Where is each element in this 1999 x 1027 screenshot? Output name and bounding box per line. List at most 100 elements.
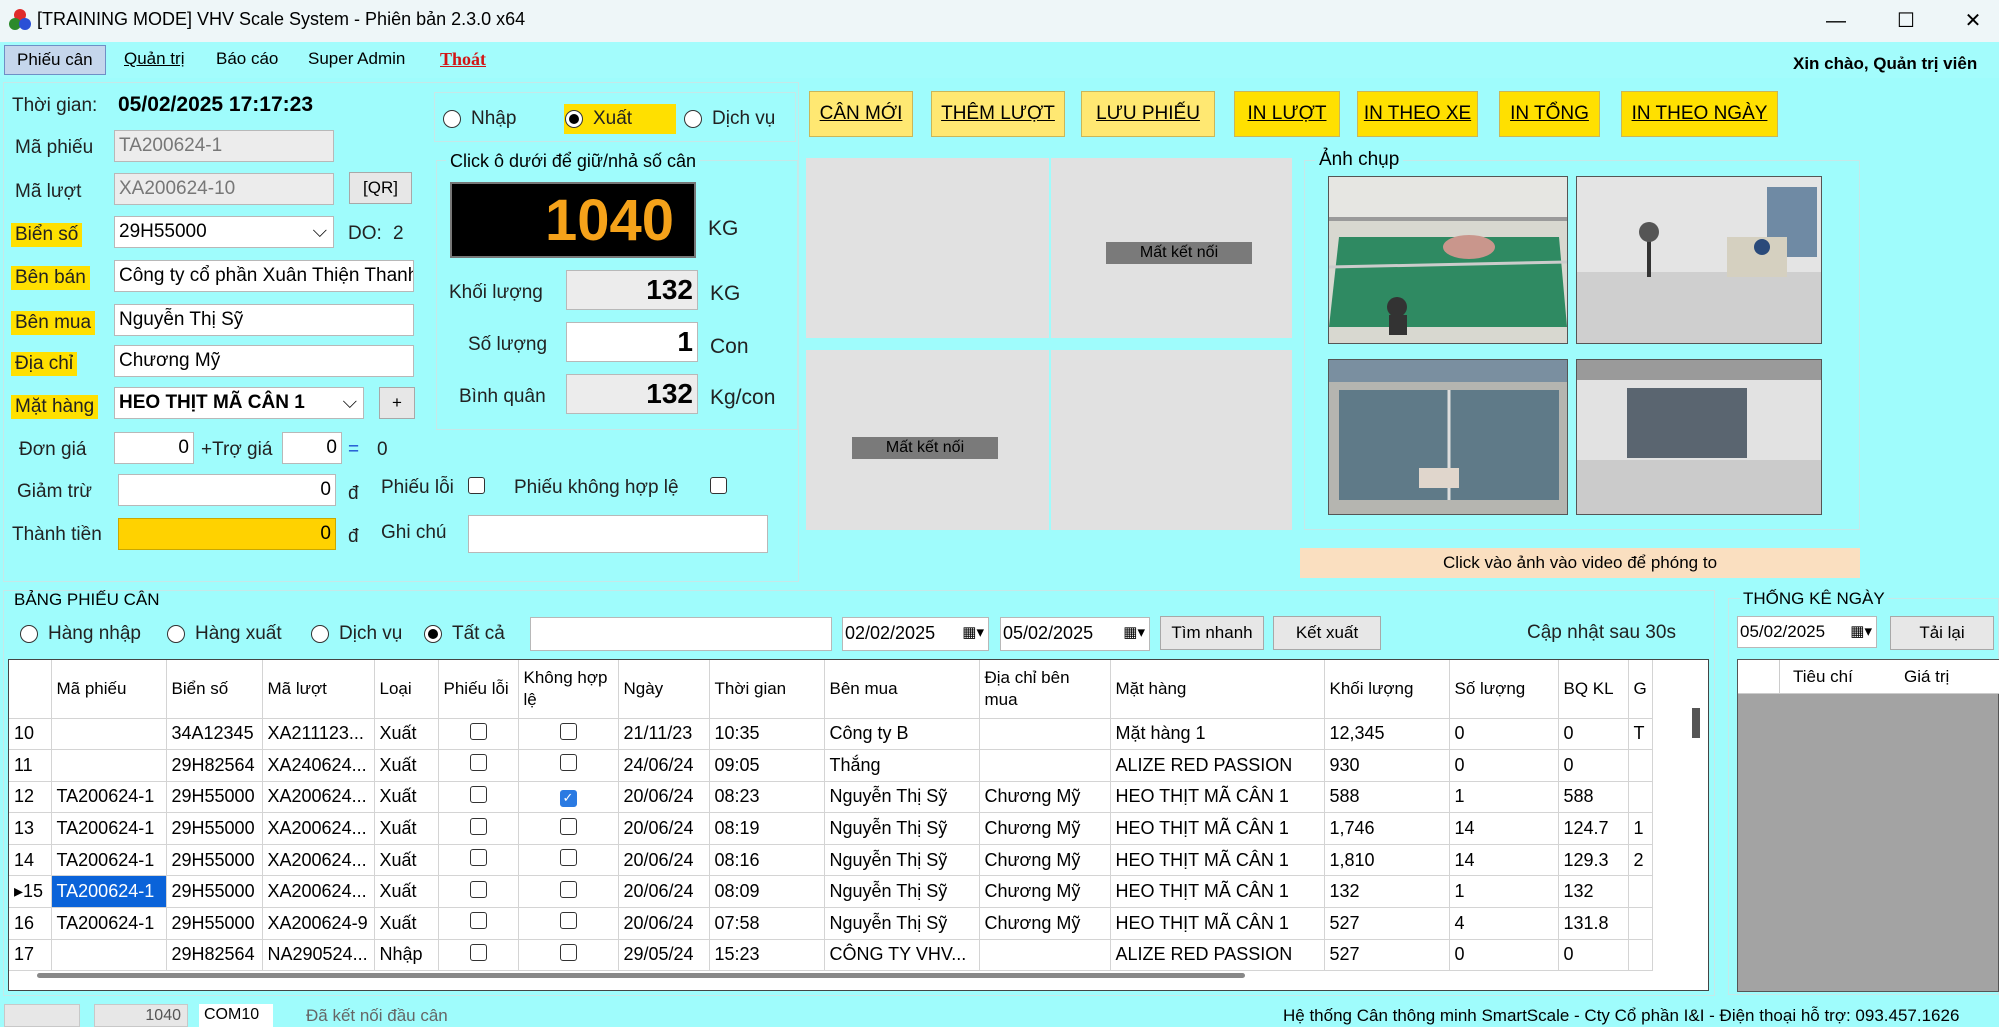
price-field[interactable]: 0 xyxy=(114,432,194,464)
cell-item[interactable]: HEO THỊT MÃ CÂN 1 xyxy=(1110,907,1325,940)
cell-trip[interactable]: XA200624... xyxy=(262,812,375,845)
seller-field[interactable]: Công ty cổ phần Xuân Thiện Thanh xyxy=(114,260,414,292)
cell-plate[interactable]: 34A12345 xyxy=(166,718,263,751)
date-to-picker[interactable]: 05/02/2025 ▦▾ xyxy=(1000,617,1150,651)
address-field[interactable]: Chương Mỹ xyxy=(114,345,414,377)
cell-avg[interactable]: 124.7 xyxy=(1558,812,1629,845)
qr-button[interactable]: [QR] xyxy=(349,172,412,204)
menu-super-admin[interactable]: Super Admin xyxy=(296,45,417,75)
table-row[interactable]: 16 TA200624-1 29H55000 XA200624-9 Xuất 20/06/… xyxy=(9,907,1653,940)
minimize-button[interactable]: — xyxy=(1809,4,1863,38)
column-header[interactable]: Phiếu lỗi xyxy=(438,660,519,719)
cell-date[interactable]: 20/06/24 xyxy=(618,875,710,909)
subsidy-field[interactable]: 0 xyxy=(282,432,342,464)
cell-ticket[interactable]: TA200624-1 xyxy=(51,812,167,845)
print-trip-button[interactable]: IN LƯỢT xyxy=(1234,91,1340,137)
filter-import-radio[interactable] xyxy=(20,625,38,643)
cell-qty[interactable]: 4 xyxy=(1449,907,1559,940)
cell-time[interactable]: 07:58 xyxy=(709,907,825,940)
cell-qty[interactable]: 14 xyxy=(1449,812,1559,845)
invalid-checkbox[interactable] xyxy=(559,880,577,898)
cell-type[interactable]: Xuất xyxy=(374,907,439,940)
mode-xuat-radio[interactable] xyxy=(565,110,583,128)
column-header[interactable]: Mặt hàng xyxy=(1110,660,1325,719)
column-header[interactable]: Khối lượng xyxy=(1324,660,1450,719)
cell-plate[interactable]: 29H55000 xyxy=(166,844,263,877)
cell-buyer[interactable]: CÔNG TY VHV... xyxy=(824,939,980,972)
cell-ticket[interactable]: TA200624-1 xyxy=(51,781,167,814)
cell-qty[interactable]: 0 xyxy=(1449,749,1559,782)
camera-tile-1[interactable] xyxy=(806,158,1049,338)
cell-buyer[interactable]: Nguyễn Thị Sỹ xyxy=(824,844,980,877)
column-header[interactable]: G xyxy=(1628,660,1653,719)
cell-time[interactable]: 08:09 xyxy=(709,875,825,909)
table-row[interactable]: 14 TA200624-1 29H55000 XA200624... Xuất 20/06… xyxy=(9,844,1653,877)
cell-avg[interactable]: 0 xyxy=(1558,749,1629,782)
invalid-checkbox[interactable] xyxy=(559,754,577,772)
avg-field[interactable]: 132 xyxy=(566,374,698,414)
cell-time[interactable]: 15:23 xyxy=(709,939,825,972)
vertical-scrollbar-thumb[interactable] xyxy=(1692,708,1700,738)
table-row[interactable]: 13 TA200624-1 29H55000 XA200624... Xuất 20/06… xyxy=(9,812,1653,845)
weight-field[interactable]: 132 xyxy=(566,270,698,310)
cell-addr[interactable]: Chương Mỹ xyxy=(979,907,1111,940)
cell-date[interactable]: 29/05/24 xyxy=(618,939,710,972)
cell-date[interactable]: 20/06/24 xyxy=(618,844,710,877)
filter-service-radio[interactable] xyxy=(311,625,329,643)
reload-stats-button[interactable]: Tải lại xyxy=(1890,616,1994,650)
invalid-cell[interactable] xyxy=(518,939,619,972)
column-header[interactable]: Mã lượt xyxy=(262,660,375,719)
cell-extra[interactable] xyxy=(1628,907,1653,940)
maximize-button[interactable]: ☐ xyxy=(1879,4,1933,38)
cell-date[interactable]: 20/06/24 xyxy=(618,812,710,845)
photo-2[interactable] xyxy=(1576,176,1822,344)
cell-avg[interactable]: 131.8 xyxy=(1558,907,1629,940)
invalid-cell[interactable] xyxy=(518,844,619,877)
cell-addr[interactable] xyxy=(979,749,1111,782)
error-cell[interactable] xyxy=(438,781,519,814)
cell-avg[interactable]: 129.3 xyxy=(1558,844,1629,877)
cell-type[interactable]: Nhập xyxy=(374,939,439,972)
cell-item[interactable]: HEO THỊT MÃ CÂN 1 xyxy=(1110,875,1325,909)
export-button[interactable]: Kết xuất xyxy=(1273,616,1381,650)
cell-plate[interactable]: 29H82564 xyxy=(166,749,263,782)
cell-addr[interactable]: Chương Mỹ xyxy=(979,875,1111,909)
cell-buyer[interactable]: Nguyễn Thị Sỹ xyxy=(824,812,980,845)
invalid-checkbox[interactable] xyxy=(559,817,577,835)
cell-type[interactable]: Xuất xyxy=(374,718,439,751)
invalid-checkbox[interactable] xyxy=(559,943,577,961)
table-row[interactable]: ▸15 TA200624-1 29H55000 XA200624... Xuất 20/0… xyxy=(9,875,1653,909)
cell-time[interactable]: 10:35 xyxy=(709,718,825,751)
error-checkbox[interactable] xyxy=(469,785,487,803)
column-header[interactable]: Mã phiếu xyxy=(51,660,167,719)
new-weigh-button[interactable]: CÂN MỚI xyxy=(809,91,913,137)
cell-weight[interactable]: 527 xyxy=(1324,939,1450,972)
invalid-cell[interactable] xyxy=(518,718,619,751)
column-header[interactable] xyxy=(9,660,52,719)
cell-ticket[interactable]: TA200624-1 xyxy=(51,875,167,909)
cell-ticket[interactable] xyxy=(51,939,167,972)
invalid-checkbox[interactable] xyxy=(559,722,577,740)
mode-service-radio[interactable] xyxy=(684,110,702,128)
error-checkbox[interactable] xyxy=(469,722,487,740)
cell-addr[interactable] xyxy=(979,718,1111,751)
plate-select[interactable]: 29H55000 ⌵ xyxy=(114,216,334,248)
trip-field[interactable]: XA200624-10 xyxy=(114,173,334,205)
error-cell[interactable] xyxy=(438,844,519,877)
cell-qty[interactable]: 1 xyxy=(1449,875,1559,909)
save-ticket-button[interactable]: LƯU PHIẾU xyxy=(1081,91,1215,137)
cell-item[interactable]: ALIZE RED PASSION xyxy=(1110,939,1325,972)
cell-date[interactable]: 20/06/24 xyxy=(618,907,710,940)
cell-weight[interactable]: 930 xyxy=(1324,749,1450,782)
cell-date[interactable]: 24/06/24 xyxy=(618,749,710,782)
column-header[interactable]: Loại xyxy=(374,660,439,719)
error-cell[interactable] xyxy=(438,718,519,751)
error-cell[interactable] xyxy=(438,939,519,972)
column-header[interactable]: Địa chỉ bên mua xyxy=(979,660,1111,719)
menu-bao-cao[interactable]: Báo cáo xyxy=(204,45,290,75)
qty-field[interactable]: 1 xyxy=(566,322,698,362)
cell-plate[interactable]: 29H55000 xyxy=(166,781,263,814)
cell-item[interactable]: HEO THỊT MÃ CÂN 1 xyxy=(1110,812,1325,845)
cell-type[interactable]: Xuất xyxy=(374,781,439,814)
cell-type[interactable]: Xuất xyxy=(374,844,439,877)
